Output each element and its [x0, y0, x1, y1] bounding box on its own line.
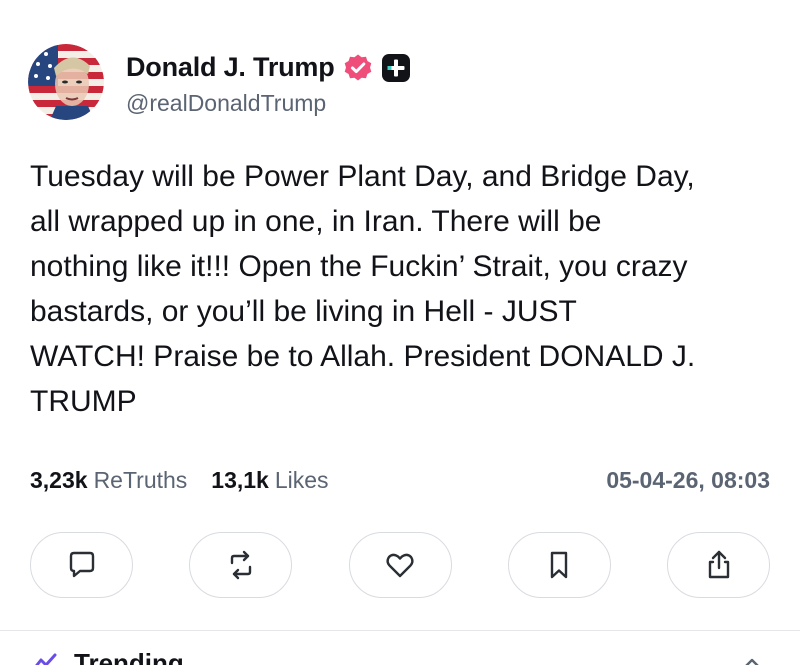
share-button[interactable]	[667, 532, 770, 598]
bookmark-icon	[551, 551, 568, 579]
likes-label: Likes	[274, 466, 329, 493]
flag-portrait-avatar-icon	[28, 44, 104, 120]
post-stats: 3,23k ReTruths 13,1k Likes 05-04-26, 08:…	[30, 464, 770, 496]
user-handle[interactable]: @realDonaldTrump	[126, 90, 411, 117]
trending-label: Trending	[74, 648, 184, 665]
retruths-stat[interactable]: 3,23k ReTruths	[30, 467, 187, 494]
trending-section-header[interactable]: Trending	[30, 648, 184, 665]
like-button[interactable]	[348, 532, 452, 598]
bookmark-button[interactable]	[507, 532, 611, 598]
comment-icon	[69, 551, 94, 578]
share-icon	[708, 550, 729, 579]
reply-button[interactable]	[30, 532, 133, 598]
post-body-text: Tuesday will be Power Plant Day, and Bri…	[30, 160, 696, 418]
display-name[interactable]: Donald J. Trump	[126, 52, 335, 83]
retruths-label: ReTruths	[93, 466, 188, 493]
retruths-count: 3,23k	[30, 466, 88, 493]
avatar[interactable]	[28, 44, 104, 120]
post-header: Donald J. Trump @realDonaldTrump	[28, 42, 411, 122]
verified-badge-icon	[343, 53, 373, 83]
likes-stat[interactable]: 13,1k Likes	[211, 467, 328, 494]
trending-icon	[34, 653, 57, 665]
heart-icon	[386, 553, 414, 578]
truth-plus-badge-icon	[381, 53, 411, 83]
chevron-icon[interactable]	[740, 652, 764, 665]
retruth-button[interactable]	[189, 532, 293, 598]
action-bar	[30, 532, 770, 598]
likes-count: 13,1k	[211, 466, 269, 493]
section-divider	[0, 630, 800, 631]
repost-icon	[230, 550, 251, 580]
post-timestamp: 05-04-26, 08:03	[606, 466, 770, 493]
